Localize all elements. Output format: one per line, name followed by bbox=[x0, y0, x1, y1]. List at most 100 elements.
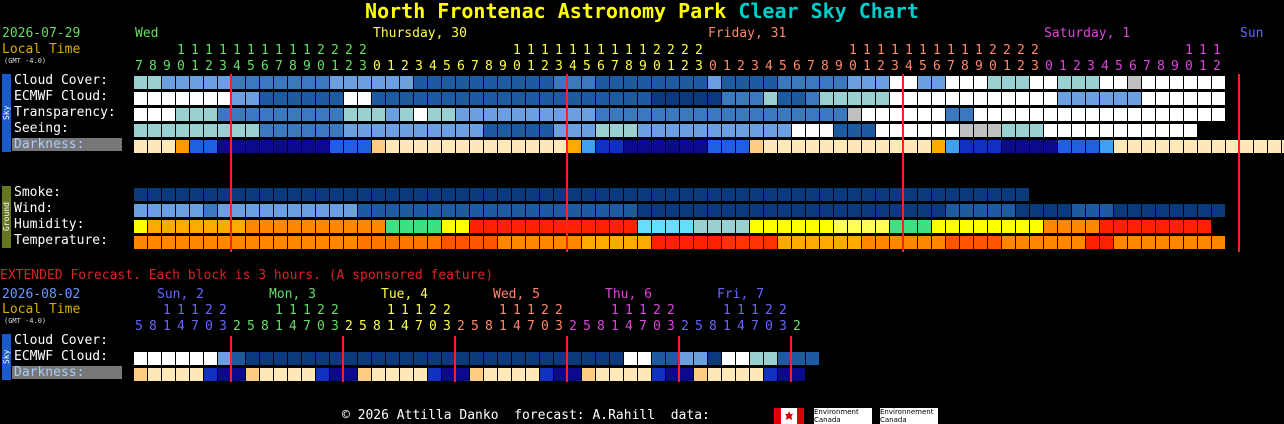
smoke-cell[interactable] bbox=[806, 188, 819, 201]
seeing-cell[interactable] bbox=[428, 124, 441, 137]
darkness-cell[interactable] bbox=[204, 140, 217, 153]
transparency-cell[interactable] bbox=[932, 108, 945, 121]
seeing-cell[interactable] bbox=[596, 124, 609, 137]
ecmwf-cloud-cell[interactable] bbox=[232, 92, 245, 105]
seeing-cell[interactable] bbox=[694, 124, 707, 137]
ecmwf-cloud-cell[interactable] bbox=[526, 92, 539, 105]
temperature-cell[interactable] bbox=[288, 236, 301, 249]
ext-ecmwf-cell[interactable] bbox=[694, 352, 707, 365]
temperature-cell[interactable] bbox=[484, 236, 497, 249]
ext-darkness-cell[interactable] bbox=[176, 368, 189, 381]
temperature-cell[interactable] bbox=[442, 236, 455, 249]
ext-darkness-cell[interactable] bbox=[610, 368, 623, 381]
seeing-cell[interactable] bbox=[582, 124, 595, 137]
humidity-cell[interactable] bbox=[302, 220, 315, 233]
wind-cell[interactable] bbox=[890, 204, 903, 217]
temperature-cell[interactable] bbox=[708, 236, 721, 249]
darkness-cell[interactable] bbox=[316, 140, 329, 153]
transparency-cell[interactable] bbox=[736, 108, 749, 121]
cloud-cover-cell[interactable] bbox=[1128, 76, 1141, 89]
ecmwf-cloud-cell[interactable] bbox=[134, 92, 147, 105]
transparency-cell[interactable] bbox=[750, 108, 763, 121]
temperature-cell[interactable] bbox=[260, 236, 273, 249]
transparency-cell[interactable] bbox=[722, 108, 735, 121]
wind-cell[interactable] bbox=[288, 204, 301, 217]
humidity-cell[interactable] bbox=[176, 220, 189, 233]
seeing-cell[interactable] bbox=[834, 124, 847, 137]
wind-cell[interactable] bbox=[344, 204, 357, 217]
seeing-cell[interactable] bbox=[498, 124, 511, 137]
seeing-cell[interactable] bbox=[736, 124, 749, 137]
ecmwf-cloud-cell[interactable] bbox=[806, 92, 819, 105]
wind-cell[interactable] bbox=[428, 204, 441, 217]
wind-cell[interactable] bbox=[918, 204, 931, 217]
humidity-cell[interactable] bbox=[680, 220, 693, 233]
ext-ecmwf-cell[interactable] bbox=[540, 352, 553, 365]
seeing-cell[interactable] bbox=[190, 124, 203, 137]
darkness-cell[interactable] bbox=[806, 140, 819, 153]
humidity-cell[interactable] bbox=[1002, 220, 1015, 233]
smoke-cell[interactable] bbox=[764, 188, 777, 201]
darkness-cell[interactable] bbox=[736, 140, 749, 153]
transparency-cell[interactable] bbox=[484, 108, 497, 121]
wind-cell[interactable] bbox=[1030, 204, 1043, 217]
cloud-cover-cell[interactable] bbox=[1170, 76, 1183, 89]
transparency-cell[interactable] bbox=[232, 108, 245, 121]
ext-darkness-cell[interactable] bbox=[386, 368, 399, 381]
ecmwf-cloud-cell[interactable] bbox=[792, 92, 805, 105]
darkness-cell[interactable] bbox=[540, 140, 553, 153]
darkness-cell[interactable] bbox=[1156, 140, 1169, 153]
temperature-cell[interactable] bbox=[428, 236, 441, 249]
ecmwf-cloud-cell[interactable] bbox=[1142, 92, 1155, 105]
temperature-cell[interactable] bbox=[134, 236, 147, 249]
smoke-cell[interactable] bbox=[890, 188, 903, 201]
smoke-cell[interactable] bbox=[946, 188, 959, 201]
transparency-cell[interactable] bbox=[1212, 108, 1225, 121]
wind-cell[interactable] bbox=[554, 204, 567, 217]
temperature-cell[interactable] bbox=[736, 236, 749, 249]
darkness-cell[interactable] bbox=[778, 140, 791, 153]
transparency-cell[interactable] bbox=[190, 108, 203, 121]
seeing-cell[interactable] bbox=[988, 124, 1001, 137]
transparency-cell[interactable] bbox=[204, 108, 217, 121]
ext-darkness-cell[interactable] bbox=[792, 368, 805, 381]
ecmwf-cloud-cell[interactable] bbox=[932, 92, 945, 105]
humidity-cell[interactable] bbox=[484, 220, 497, 233]
cloud-cover-cell[interactable] bbox=[946, 76, 959, 89]
cloud-cover-cell[interactable] bbox=[540, 76, 553, 89]
wind-cell[interactable] bbox=[218, 204, 231, 217]
ext-darkness-cell[interactable] bbox=[736, 368, 749, 381]
wind-cell[interactable] bbox=[1086, 204, 1099, 217]
darkness-cell[interactable] bbox=[596, 140, 609, 153]
ext-ecmwf-cell[interactable] bbox=[428, 352, 441, 365]
smoke-cell[interactable] bbox=[680, 188, 693, 201]
ext-ecmwf-cell[interactable] bbox=[232, 352, 245, 365]
ecmwf-cloud-cell[interactable] bbox=[1184, 92, 1197, 105]
smoke-cell[interactable] bbox=[414, 188, 427, 201]
humidity-cell[interactable] bbox=[260, 220, 273, 233]
humidity-cell[interactable] bbox=[778, 220, 791, 233]
cloud-cover-cell[interactable] bbox=[1086, 76, 1099, 89]
transparency-cell[interactable] bbox=[862, 108, 875, 121]
transparency-cell[interactable] bbox=[302, 108, 315, 121]
seeing-cell[interactable] bbox=[806, 124, 819, 137]
humidity-cell[interactable] bbox=[694, 220, 707, 233]
humidity-cell[interactable] bbox=[848, 220, 861, 233]
smoke-cell[interactable] bbox=[260, 188, 273, 201]
darkness-cell[interactable] bbox=[1240, 140, 1253, 153]
ext-ecmwf-cell[interactable] bbox=[792, 352, 805, 365]
humidity-cell[interactable] bbox=[554, 220, 567, 233]
smoke-cell[interactable] bbox=[722, 188, 735, 201]
darkness-cell[interactable] bbox=[708, 140, 721, 153]
humidity-cell[interactable] bbox=[330, 220, 343, 233]
wind-cell[interactable] bbox=[750, 204, 763, 217]
ecmwf-cloud-cell[interactable] bbox=[400, 92, 413, 105]
transparency-cell[interactable] bbox=[1198, 108, 1211, 121]
humidity-cell[interactable] bbox=[512, 220, 525, 233]
humidity-cell[interactable] bbox=[750, 220, 763, 233]
wind-cell[interactable] bbox=[204, 204, 217, 217]
transparency-cell[interactable] bbox=[1142, 108, 1155, 121]
wind-cell[interactable] bbox=[1100, 204, 1113, 217]
darkness-cell[interactable] bbox=[1058, 140, 1071, 153]
cloud-cover-cell[interactable] bbox=[148, 76, 161, 89]
